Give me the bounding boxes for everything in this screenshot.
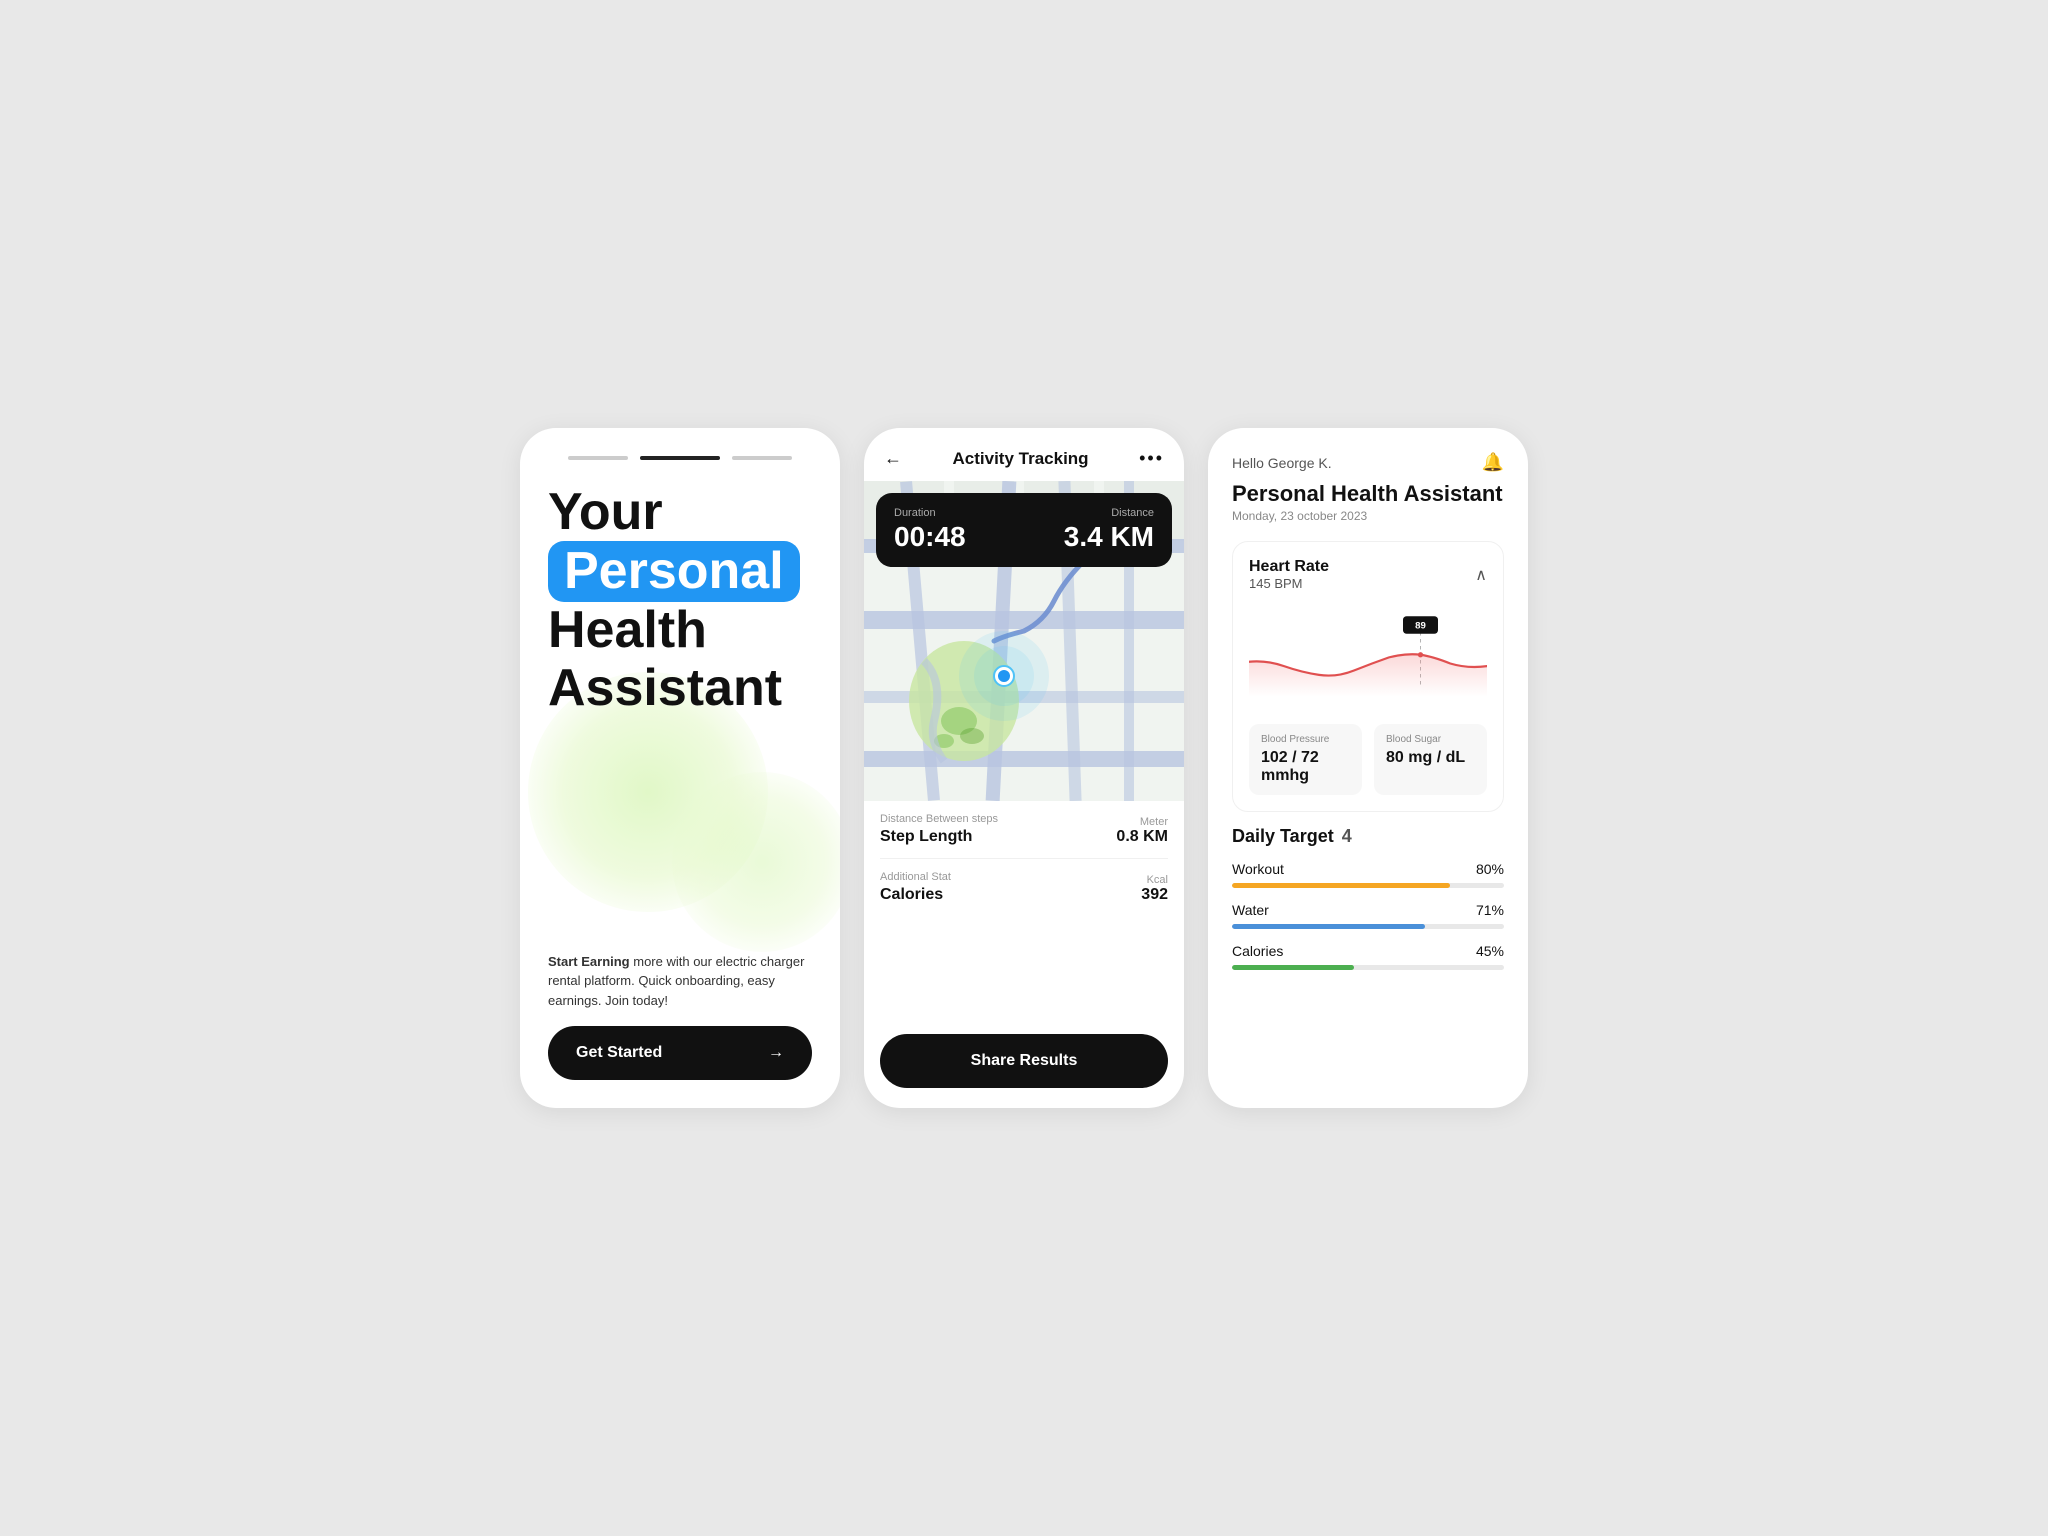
daily-target-title: Daily Target (1232, 826, 1334, 847)
step-category: Distance Between steps (880, 813, 998, 825)
back-button[interactable]: ← (884, 448, 902, 469)
calories-row: Additional Stat Calories Kcal 392 (880, 859, 1168, 916)
duration-stat: Duration 00:48 (894, 507, 966, 553)
duration-value: 00:48 (894, 521, 966, 552)
step-value-right: Meter 0.8 KM (1116, 816, 1168, 846)
hero-highlight: Personal (548, 541, 800, 602)
greeting-text: Hello George K. (1232, 455, 1332, 471)
bs-label: Blood Sugar (1386, 734, 1475, 745)
hero-title: Your Personal Health Assistant (548, 484, 812, 717)
step-unit: Meter (1116, 816, 1168, 828)
water-progress-bar (1232, 924, 1504, 929)
bs-value: 80 mg / dL (1386, 749, 1475, 767)
hero-line1: Your (548, 483, 663, 541)
water-progress-fill (1232, 924, 1425, 929)
activity-header: ← Activity Tracking ••• (864, 428, 1184, 481)
water-target: Water 71% (1232, 902, 1504, 929)
calories-progress-bar (1232, 965, 1504, 970)
cta-label: Get Started (576, 1044, 662, 1062)
progress-indicators (548, 456, 812, 460)
calories-target-header: Calories 45% (1232, 943, 1504, 959)
workout-header: Workout 80% (1232, 861, 1504, 877)
calories-unit: Kcal (1141, 874, 1168, 886)
workout-pct: 80% (1476, 861, 1504, 877)
progress-dot-3 (732, 456, 792, 460)
workout-label: Workout (1232, 861, 1284, 877)
health-date: Monday, 23 october 2023 (1232, 509, 1504, 523)
calories-target-label: Calories (1232, 943, 1283, 959)
distance-stat: Distance 3.4 KM (1064, 507, 1154, 553)
screens-container: Your Personal Health Assistant Start Ear… (520, 428, 1528, 1108)
step-label: Step Length (880, 828, 972, 845)
vitals-row: Blood Pressure 102 / 72 mmhg Blood Sugar… (1249, 724, 1487, 795)
cta-arrow: → (768, 1044, 784, 1062)
get-started-button[interactable]: Get Started → (548, 1026, 812, 1080)
distance-label: Distance (1064, 507, 1154, 519)
step-length-left: Distance Between steps Step Length (880, 813, 998, 846)
bpm-unit: BPM (1274, 576, 1302, 591)
hero-section: Your Personal Health Assistant (548, 484, 812, 892)
screen-health: Hello George K. 🔔 Personal Health Assist… (1208, 428, 1528, 1108)
map-view: Duration 00:48 Distance 3.4 KM (864, 481, 1184, 801)
daily-target-section: Daily Target 4 Workout 80% Water 71% (1232, 826, 1504, 984)
decorative-blob-2 (672, 772, 840, 952)
workout-target: Workout 80% (1232, 861, 1504, 888)
hero-line3: Assistant (548, 659, 782, 717)
notification-bell-icon[interactable]: 🔔 (1482, 452, 1504, 473)
share-results-button[interactable]: Share Results (880, 1034, 1168, 1088)
calories-category: Additional Stat (880, 871, 951, 883)
calories-progress-fill (1232, 965, 1354, 970)
heart-rate-card: Heart Rate 145 BPM ∧ (1232, 541, 1504, 812)
map-stats-overlay: Duration 00:48 Distance 3.4 KM (876, 493, 1172, 567)
step-length-row: Distance Between steps Step Length Meter… (880, 801, 1168, 859)
heart-rate-title: Heart Rate (1249, 558, 1329, 576)
svg-text:89: 89 (1415, 621, 1426, 632)
bp-value: 102 / 72 mmhg (1261, 749, 1350, 785)
health-title: Personal Health Assistant (1232, 481, 1504, 507)
progress-dot-1 (568, 456, 628, 460)
collapse-icon[interactable]: ∧ (1475, 565, 1487, 585)
heart-rate-chart: 89 (1249, 603, 1487, 703)
calories-target: Calories 45% (1232, 943, 1504, 970)
footer-section: Start Earning more with our electric cha… (548, 952, 812, 1081)
more-button[interactable]: ••• (1139, 448, 1164, 469)
workout-progress-fill (1232, 883, 1450, 888)
calories-left: Additional Stat Calories (880, 871, 951, 904)
workout-progress-bar (1232, 883, 1504, 888)
step-value: 0.8 KM (1116, 828, 1168, 845)
hero-line2: Health (548, 601, 707, 659)
calories-label: Calories (880, 886, 943, 903)
heart-rate-header: Heart Rate 145 BPM ∧ (1249, 558, 1487, 591)
bp-label: Blood Pressure (1261, 734, 1350, 745)
daily-target-count: 4 (1342, 826, 1352, 847)
calories-right: Kcal 392 (1141, 874, 1168, 904)
distance-value: 3.4 KM (1064, 521, 1154, 552)
screen-onboarding: Your Personal Health Assistant Start Ear… (520, 428, 840, 1108)
tagline-text: Start Earning more with our electric cha… (548, 952, 812, 1011)
blood-sugar-box: Blood Sugar 80 mg / dL (1374, 724, 1487, 795)
blood-pressure-box: Blood Pressure 102 / 72 mmhg (1249, 724, 1362, 795)
screen-activity: ← Activity Tracking ••• (864, 428, 1184, 1108)
heart-rate-title-group: Heart Rate 145 BPM (1249, 558, 1329, 591)
daily-target-header: Daily Target 4 (1232, 826, 1504, 847)
calories-target-pct: 45% (1476, 943, 1504, 959)
water-label: Water (1232, 902, 1269, 918)
water-header: Water 71% (1232, 902, 1504, 918)
heart-rate-value: 145 BPM (1249, 576, 1329, 591)
activity-title: Activity Tracking (953, 449, 1089, 469)
tagline-bold: Start Earning (548, 954, 630, 969)
progress-dot-2 (640, 456, 720, 460)
activity-stats: Distance Between steps Step Length Meter… (864, 801, 1184, 1022)
health-toprow: Hello George K. 🔔 (1232, 452, 1504, 473)
bpm-number: 145 (1249, 576, 1271, 591)
calories-value: 392 (1141, 886, 1168, 903)
duration-label: Duration (894, 507, 966, 519)
water-pct: 71% (1476, 902, 1504, 918)
